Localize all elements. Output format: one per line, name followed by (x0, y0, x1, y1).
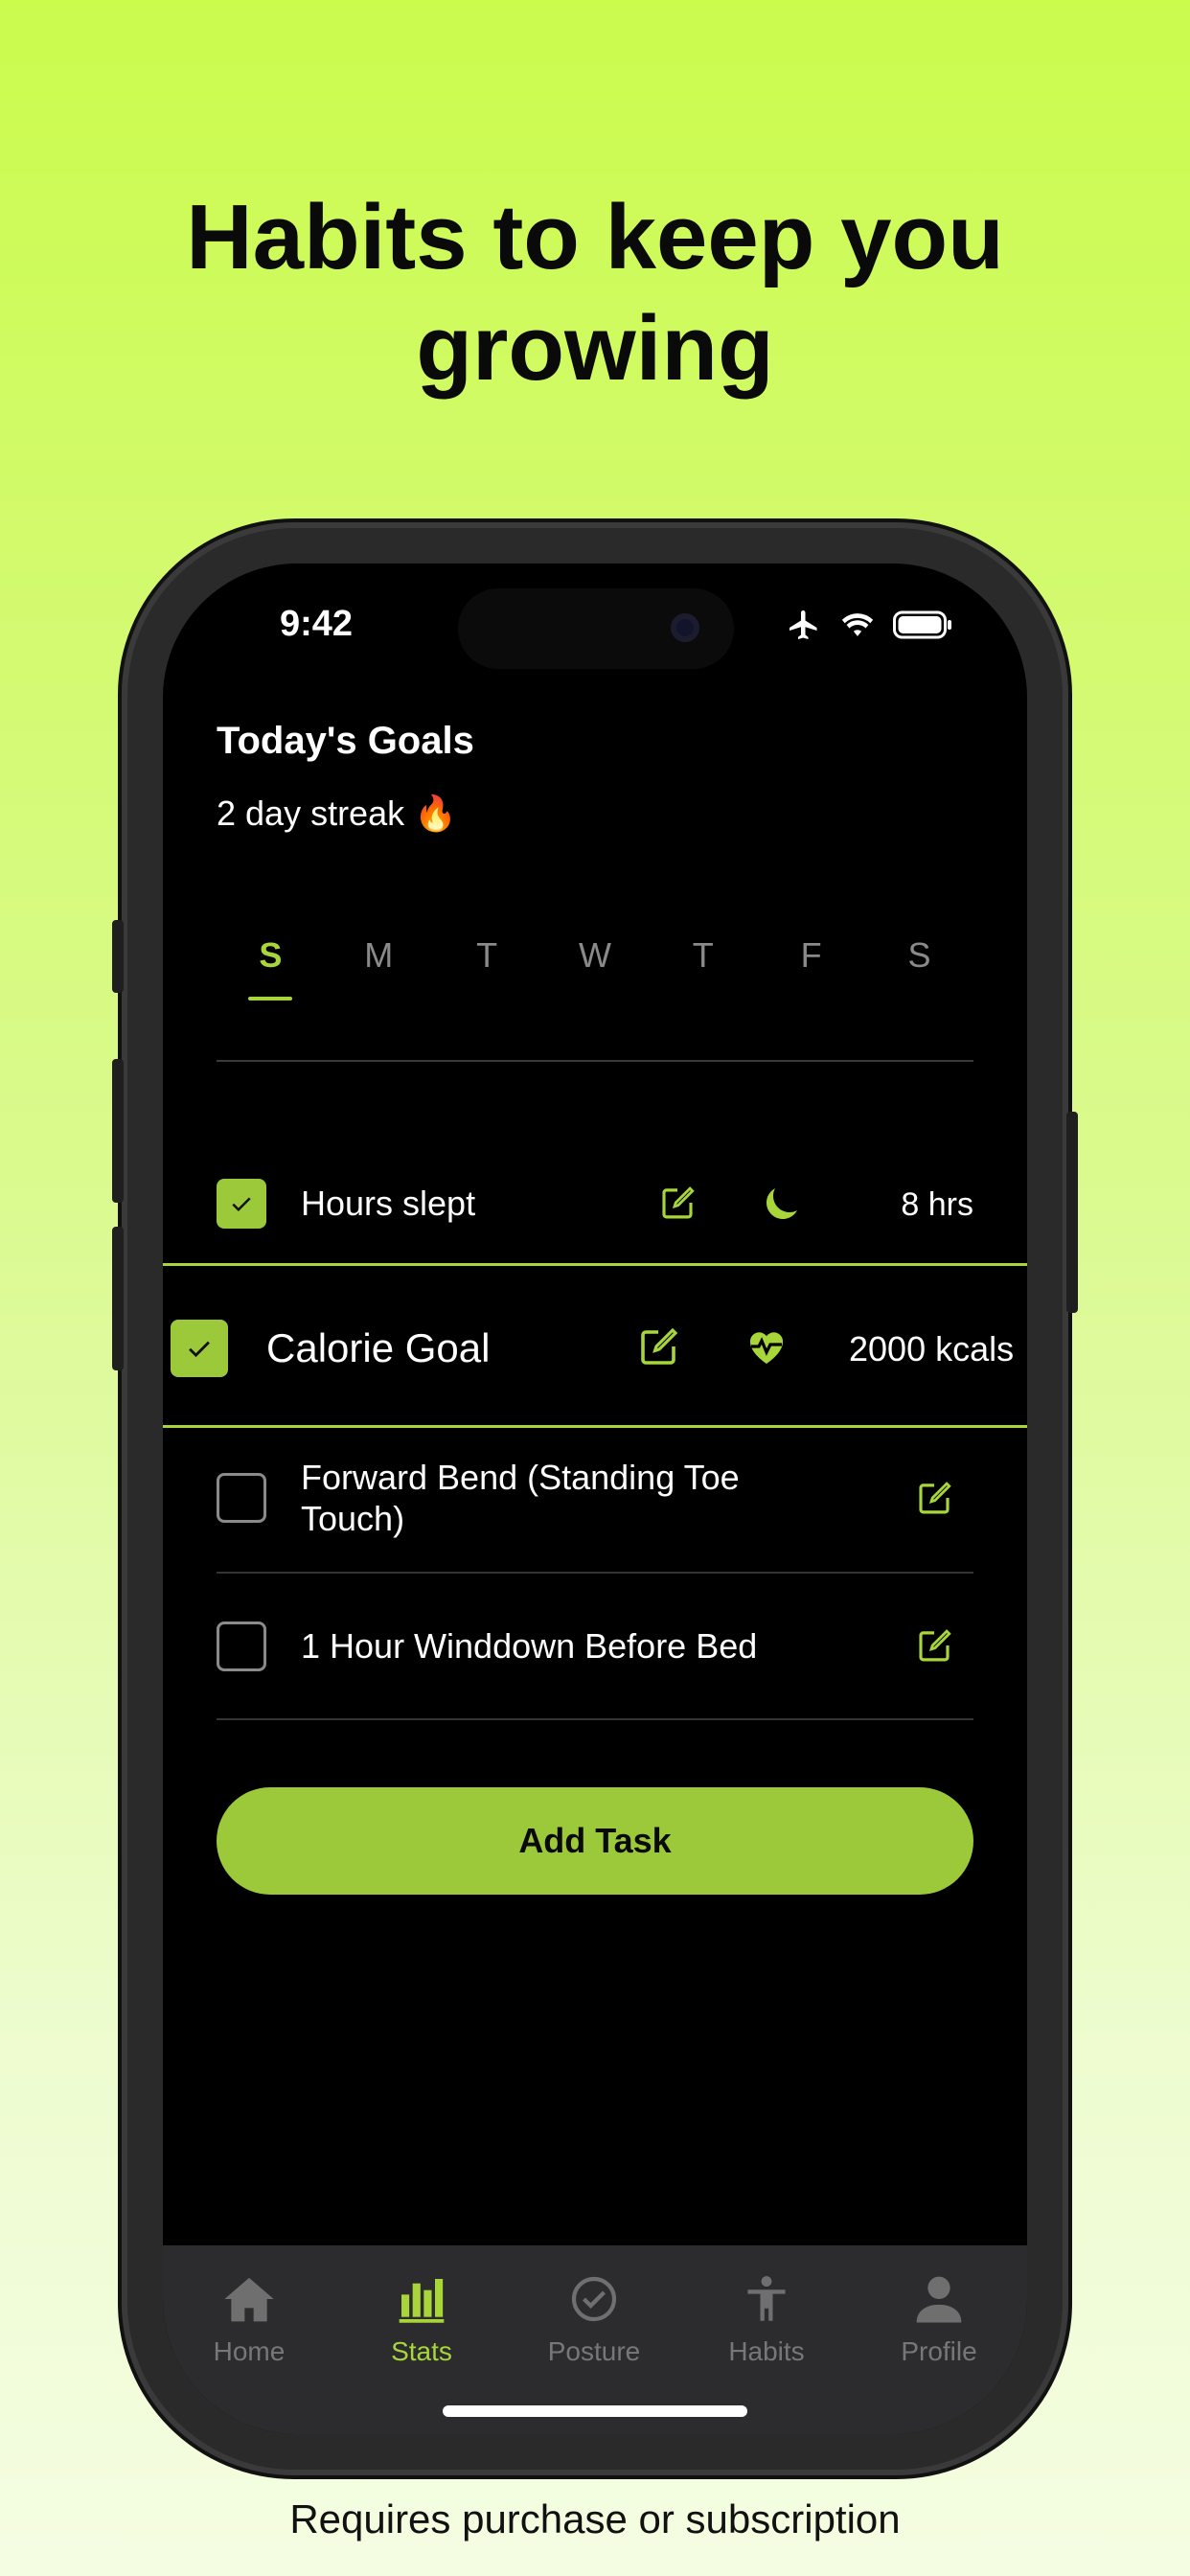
status-time: 9:42 (280, 604, 354, 644)
divider (217, 1718, 973, 1720)
tab-stats[interactable]: Stats (355, 2274, 489, 2367)
task-checkbox[interactable] (217, 1622, 266, 1671)
status-icons (786, 608, 952, 642)
task-value: 8 hrs (901, 1186, 973, 1223)
day-thursday[interactable]: T (675, 935, 732, 1002)
page-title: Today's Goals (217, 720, 474, 762)
edit-icon[interactable] (914, 1478, 954, 1523)
day-saturday[interactable]: S (890, 935, 948, 1002)
tab-posture[interactable]: Posture (527, 2274, 661, 2367)
headline: Habits to keep you growing (0, 182, 1190, 404)
person-icon (747, 2276, 786, 2321)
edit-icon[interactable] (635, 1323, 681, 1374)
bar-chart-icon (399, 2279, 445, 2323)
tab-label: Habits (728, 2336, 805, 2366)
task-checkbox[interactable] (217, 1179, 266, 1229)
divider (217, 1060, 973, 1062)
tab-label: Profile (901, 2336, 977, 2366)
task-row: Forward Bend (Standing Toe Touch) (217, 1455, 973, 1541)
day-monday[interactable]: M (350, 935, 407, 1002)
tab-label: Posture (547, 2336, 641, 2366)
phone-screen: 9:42 Today's Goals 2 day streak 🔥 S M T … (163, 564, 1027, 2434)
edit-icon[interactable] (657, 1183, 698, 1228)
task-checkbox[interactable] (217, 1473, 266, 1523)
airplane-icon (790, 610, 817, 639)
add-task-button[interactable]: Add Task (217, 1787, 973, 1895)
phone-side-button (112, 1059, 124, 1203)
tab-label: Home (213, 2336, 286, 2366)
edit-icon[interactable] (914, 1625, 954, 1670)
day-friday[interactable]: F (783, 935, 840, 1002)
task-label: 1 Hour Winddown Before Bed (301, 1626, 758, 1666)
profile-icon (916, 2276, 962, 2323)
task-value: 2000 kcals (849, 1329, 1015, 1368)
battery-icon (893, 610, 951, 639)
fire-icon: 🔥 (414, 794, 457, 833)
headline-line-1: Habits to keep you (186, 186, 1004, 288)
tab-profile[interactable]: Profile (872, 2274, 1006, 2367)
streak-label: 2 day streak 🔥 (217, 794, 457, 834)
moon-icon (759, 1181, 805, 1231)
day-tuesday[interactable]: T (458, 935, 515, 1002)
dynamic-island (458, 588, 734, 669)
tab-habits[interactable]: Habits (699, 2274, 834, 2367)
task-row-highlighted: Calorie Goal 2000 kcals (163, 1263, 1027, 1428)
phone-side-button (112, 1227, 124, 1370)
task-label: Forward Bend (Standing Toe Touch) (301, 1458, 740, 1538)
home-icon (224, 2277, 274, 2322)
divider (217, 1572, 973, 1574)
checkmark-icon (232, 1197, 251, 1212)
checkmark-icon (189, 1341, 210, 1358)
day-sunday[interactable]: S (241, 935, 299, 1002)
home-indicator (443, 2405, 747, 2417)
task-row: Hours slept 8 hrs (217, 1175, 973, 1232)
footer-note: Requires purchase or subscription (289, 2496, 901, 2542)
heart-pulse-icon (744, 1323, 790, 1374)
phone-side-button (112, 920, 124, 993)
camera-icon (671, 613, 699, 642)
task-label: Calorie Goal (266, 1325, 491, 1370)
task-label: Hours slept (301, 1184, 476, 1223)
check-circle-icon (571, 2276, 617, 2322)
day-wednesday[interactable]: W (566, 935, 624, 1002)
day-selector: S M T W T F S (217, 935, 973, 1002)
headline-line-2: growing (416, 297, 774, 400)
task-checkbox[interactable] (171, 1320, 228, 1377)
streak-text: 2 day streak (217, 794, 405, 833)
wifi-icon (841, 613, 874, 636)
task-row: 1 Hour Winddown Before Bed (217, 1618, 973, 1675)
tab-label: Stats (391, 2336, 452, 2366)
phone-side-button (1066, 1112, 1078, 1313)
tab-home[interactable]: Home (182, 2274, 316, 2367)
